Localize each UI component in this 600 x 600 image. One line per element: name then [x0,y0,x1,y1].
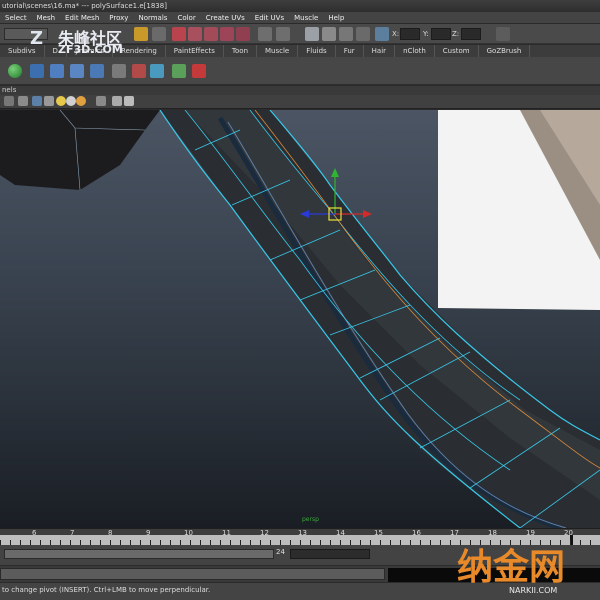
watermark-cn-bottom: 纳金网 [457,547,566,588]
snap-view-plane-icon[interactable] [220,27,234,41]
current-frame-value: 24 [276,548,285,556]
logo-z-icon: Z [30,28,44,49]
xray-icon[interactable] [96,96,106,106]
range-slider[interactable] [4,549,274,559]
wireframe-on-shaded-icon[interactable] [32,96,42,106]
panel-menu-bar: nels [0,86,600,95]
mel-command-input[interactable] [0,568,385,580]
dark-mesh-object [0,110,160,190]
snap-grid-icon[interactable] [172,27,186,41]
smooth-icon[interactable] [172,64,186,78]
tab-muscle[interactable]: Muscle [257,45,299,57]
frame-tick-label: 9 [146,529,151,537]
poly-sphere-icon[interactable] [8,64,22,78]
frame-tick-label: 11 [222,529,231,537]
window-title: utorial\scenes\16.ma* --- polySurface1.e… [2,2,167,10]
default-light-icon[interactable] [56,96,66,106]
perspective-viewport[interactable]: persp [0,110,600,528]
frame-tick-label: 13 [298,529,307,537]
main-menu-bar: Select Mesh Edit Mesh Proxy Normals Colo… [0,12,600,24]
current-frame-field[interactable] [290,549,370,559]
sculpt-icon[interactable] [192,64,206,78]
menu-select[interactable]: Select [0,14,32,22]
menu-normals[interactable]: Normals [133,14,172,22]
lock-icon[interactable] [134,27,148,41]
render-icon[interactable] [276,27,290,41]
frame-tick-label: 16 [412,529,421,537]
camera-attributes-icon[interactable] [124,96,134,106]
frame-tick-label: 19 [526,529,535,537]
frame-tick-label: 7 [70,529,75,537]
help-line-text: to change pivot (INSERT). Ctrl+LMB to mo… [2,586,211,594]
tab-toon[interactable]: Toon [224,45,258,57]
menu-color[interactable]: Color [172,14,200,22]
poly-cube-icon[interactable] [30,64,44,78]
tab-painteffects[interactable]: PaintEffects [166,45,224,57]
menu-mesh[interactable]: Mesh [32,14,60,22]
tab-hair[interactable]: Hair [364,45,396,57]
frame-tick-label: 17 [450,529,459,537]
tab-gozbrush[interactable]: GoZBrush [479,45,531,57]
menu-help[interactable]: Help [323,14,349,22]
isolate-select-icon[interactable] [112,96,122,106]
frame-tick-label: 18 [488,529,497,537]
tab-fur[interactable]: Fur [336,45,364,57]
menu-muscle[interactable]: Muscle [289,14,323,22]
coord-z-label: Z: [452,30,460,38]
bottom-watermark-logo: 纳金网 NARKII.COM [455,538,600,600]
coord-y-field[interactable] [431,28,451,40]
make-live-icon[interactable] [236,27,250,41]
merge-icon[interactable] [150,64,164,78]
coord-y-label: Y: [423,30,429,38]
split-polygon-icon[interactable] [112,64,126,78]
textured-icon[interactable] [44,96,54,106]
render-settings-icon[interactable] [339,27,353,41]
tab-fluids[interactable]: Fluids [298,45,336,57]
coord-x-label: X: [392,30,400,38]
all-lights-icon[interactable] [66,96,76,106]
title-bar: utorial\scenes\16.ma* --- polySurface1.e… [0,0,600,12]
menu-create-uvs[interactable]: Create UVs [201,14,250,22]
watermark-en-top: ZF3D.COM [58,43,123,56]
menu-edit-uvs[interactable]: Edit UVs [250,14,289,22]
snap-point-icon[interactable] [204,27,218,41]
history-icon[interactable] [258,27,272,41]
panel-toolbar [0,95,600,109]
frame-tick-label: 14 [336,529,345,537]
sidebar-toggle-icon[interactable] [496,27,510,41]
tab-ncloth[interactable]: nCloth [395,45,435,57]
shadows-icon[interactable] [76,96,86,106]
tab-custom[interactable]: Custom [435,45,479,57]
render-view-icon[interactable] [305,27,319,41]
ipr-render-icon[interactable] [322,27,336,41]
frame-tick-label: 12 [260,529,269,537]
transform-mode-icon[interactable] [375,27,389,41]
watermark-en-bottom: NARKII.COM [509,586,558,595]
frame-tick-label: 8 [108,529,113,537]
menu-proxy[interactable]: Proxy [104,14,133,22]
frame-tick-label: 15 [374,529,383,537]
frame-tick-label: 6 [32,529,37,537]
viewport-scene: persp [0,110,600,528]
snap-curve-icon[interactable] [188,27,202,41]
panel-menu-label[interactable]: nels [2,86,16,94]
frame-tick-label: 20 [564,529,573,537]
manip-x-arrow[interactable] [363,210,372,218]
hypershade-icon[interactable] [356,27,370,41]
shelf-bar [0,57,600,85]
manip-y-arrow[interactable] [331,168,339,177]
camera-label: persp [302,516,319,523]
coord-z-field[interactable] [461,28,481,40]
frame-tick-label: 10 [184,529,193,537]
coord-x-field[interactable] [400,28,420,40]
append-polygon-icon[interactable] [90,64,104,78]
insert-edge-loop-icon[interactable] [132,64,146,78]
bridge-icon[interactable] [70,64,84,78]
select-by-hierarchy-icon[interactable] [152,27,166,41]
smooth-shade-icon[interactable] [18,96,28,106]
menu-edit-mesh[interactable]: Edit Mesh [60,14,104,22]
extrude-icon[interactable] [50,64,64,78]
wireframe-icon[interactable] [4,96,14,106]
